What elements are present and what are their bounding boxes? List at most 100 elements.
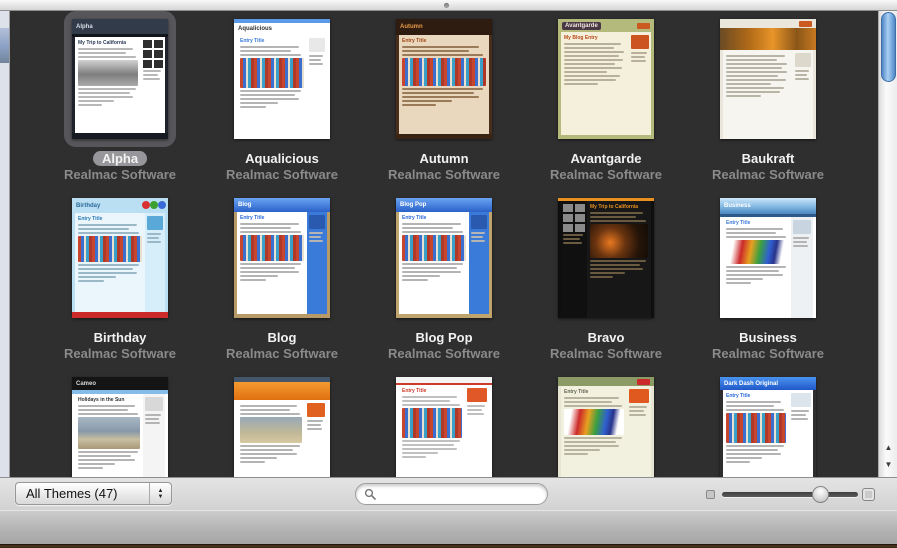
theme-name-text: Birthday bbox=[93, 330, 147, 345]
theme-thumbnail[interactable]: Dark Dash Original Entry Title bbox=[720, 377, 816, 477]
theme-publisher: Realmac Software bbox=[388, 167, 500, 182]
thumb-banner-image bbox=[234, 382, 330, 400]
theme-thumbnail[interactable]: Blog Entry Title bbox=[234, 198, 330, 318]
thumb-body: Entry Title bbox=[561, 386, 651, 477]
theme-name: Avantgarde bbox=[570, 151, 641, 167]
theme-thumbnail[interactable]: Entry Title bbox=[396, 377, 492, 477]
theme-thumbnail[interactable]: Blog Pop Entry Title bbox=[396, 198, 492, 318]
thumb-sidebar bbox=[627, 386, 651, 477]
theme-thumbnail[interactable] bbox=[720, 19, 816, 139]
theme-thumbnail[interactable]: Avantgarde My Blog Entry bbox=[558, 19, 654, 139]
thumb-sidebar bbox=[561, 201, 587, 318]
thumb-sidebar bbox=[791, 217, 813, 318]
theme-thumbnail[interactable]: Cameo Holidays in the Sun bbox=[72, 377, 168, 477]
theme-thumbnail-frame: Business Entry Title bbox=[712, 190, 824, 326]
theme-name-text: Blog Pop bbox=[415, 330, 473, 345]
thumb-body: Entry Title bbox=[399, 35, 489, 134]
thumb-body: Holidays in the Sun bbox=[75, 394, 165, 477]
theme-cell: Autumn Entry Title Autumn Realmac Software bbox=[363, 11, 525, 190]
thumb-sidebar bbox=[143, 394, 165, 477]
theme-thumbnail-frame: My Trip to California bbox=[550, 190, 662, 326]
theme-thumbnail[interactable]: Entry Title bbox=[558, 377, 654, 477]
thumb-sidebar bbox=[789, 390, 813, 477]
thumb-photo bbox=[402, 58, 486, 86]
thumb-entry-title: Entry Title bbox=[402, 215, 427, 221]
thumb-main-column: Entry Title bbox=[237, 35, 307, 139]
thumb-site-title: Cameo bbox=[76, 380, 97, 387]
thumb-sidebar bbox=[305, 400, 327, 477]
theme-thumbnail-frame: Birthday Entry Title bbox=[64, 190, 176, 326]
thumb-body: Entry Title bbox=[399, 212, 489, 314]
thumb-photo-grid bbox=[143, 40, 163, 68]
theme-thumbnail[interactable]: Business Entry Title bbox=[720, 198, 816, 318]
thumb-photo bbox=[590, 224, 648, 258]
thumb-sidebar bbox=[145, 213, 165, 312]
scrollbar-thumb[interactable] bbox=[881, 12, 896, 82]
theme-thumbnail[interactable]: Aqualicious Entry Title bbox=[234, 19, 330, 139]
thumb-photo bbox=[726, 240, 788, 264]
sidebar-selected-item[interactable] bbox=[0, 28, 9, 63]
theme-cell: Business Entry Title Business Realmac Softw… bbox=[687, 190, 849, 369]
splitter-bar[interactable] bbox=[0, 0, 897, 11]
thumb-main-column: Entry Title bbox=[75, 213, 145, 312]
theme-thumbnail-frame: Autumn Entry Title bbox=[388, 11, 500, 147]
thumb-site-title: Blog Pop bbox=[400, 202, 427, 208]
search-input[interactable] bbox=[376, 485, 547, 503]
bottom-wood-edge bbox=[0, 544, 897, 548]
thumb-entry-title: My Trip to California bbox=[78, 40, 127, 46]
thumb-main-column: Entry Title bbox=[723, 390, 789, 477]
thumb-body: My Blog Entry bbox=[561, 32, 651, 135]
theme-name: Birthday bbox=[94, 330, 147, 346]
thumb-main-column: My Blog Entry bbox=[561, 32, 629, 135]
thumb-nav-tab bbox=[799, 20, 812, 27]
thumb-header: Autumn bbox=[396, 19, 492, 35]
search-field[interactable] bbox=[355, 483, 548, 505]
thumb-footer bbox=[396, 314, 492, 318]
theme-filter-popup[interactable]: All Themes (47) ▲ ▼ bbox=[15, 482, 172, 505]
theme-cell: Entry Title bbox=[363, 369, 525, 477]
scroll-down-button[interactable]: ▼ bbox=[879, 456, 897, 473]
theme-cell: Blog Entry Title Blog Realmac Software bbox=[201, 190, 363, 369]
theme-cell: Aqualicious Entry Title Aqualicious Realmac… bbox=[201, 11, 363, 190]
theme-name: Autumn bbox=[419, 151, 468, 167]
thumb-body: My Trip to California bbox=[75, 37, 165, 133]
theme-thumbnail[interactable]: Autumn Entry Title bbox=[396, 19, 492, 139]
theme-name-text: Bravo bbox=[587, 330, 625, 345]
theme-thumbnail[interactable]: My Trip to California bbox=[558, 198, 654, 318]
thumbnail-size-slider[interactable] bbox=[722, 492, 858, 497]
thumb-sidebar-box bbox=[309, 215, 325, 229]
theme-thumbnail[interactable]: Alpha My Trip to California bbox=[72, 19, 168, 139]
small-square-icon[interactable] bbox=[706, 490, 715, 499]
thumb-header: Business bbox=[720, 198, 816, 214]
slider-thumb[interactable] bbox=[812, 486, 829, 503]
theme-cell: Blog Pop Entry Title Blog Pop Realmac Softw… bbox=[363, 190, 525, 369]
vertical-scrollbar[interactable]: ▲ ▼ bbox=[878, 11, 897, 477]
thumb-main-column: My Trip to California bbox=[75, 37, 141, 133]
theme-name: Blog Pop bbox=[415, 330, 472, 346]
thumb-sidebar-box bbox=[631, 35, 649, 49]
thumb-nav-tab bbox=[637, 22, 650, 29]
thumb-photo bbox=[726, 413, 786, 443]
thumb-site-title: Avantgarde bbox=[562, 21, 601, 30]
theme-thumbnail-frame: Blog Entry Title bbox=[226, 190, 338, 326]
thumb-photo bbox=[402, 235, 466, 261]
thumb-sidebar-box bbox=[629, 389, 649, 403]
large-square-icon[interactable] bbox=[862, 488, 875, 501]
thumb-site-title: Aqualicious bbox=[238, 26, 273, 32]
theme-thumbnail-frame: Cameo Holidays in the Sun bbox=[64, 369, 176, 477]
theme-thumbnail[interactable]: Birthday Entry Title bbox=[72, 198, 168, 318]
thumb-sidebar bbox=[629, 32, 651, 135]
thumb-sidebar bbox=[469, 212, 489, 314]
scroll-up-button[interactable]: ▲ bbox=[879, 439, 897, 456]
thumb-sidebar-box bbox=[307, 403, 325, 417]
balloon-icon bbox=[142, 201, 150, 209]
thumb-body bbox=[237, 400, 327, 477]
thumb-header bbox=[720, 19, 816, 28]
theme-thumbnail-frame bbox=[226, 369, 338, 477]
theme-thumbnail[interactable] bbox=[234, 377, 330, 477]
thumb-site-title: Birthday bbox=[76, 202, 101, 209]
theme-cell: My Trip to California Bravo Realmac Softwa… bbox=[525, 190, 687, 369]
thumb-nav-tab bbox=[637, 378, 650, 385]
thumb-photo bbox=[78, 417, 140, 449]
theme-thumbnail-frame: Entry Title bbox=[388, 369, 500, 477]
